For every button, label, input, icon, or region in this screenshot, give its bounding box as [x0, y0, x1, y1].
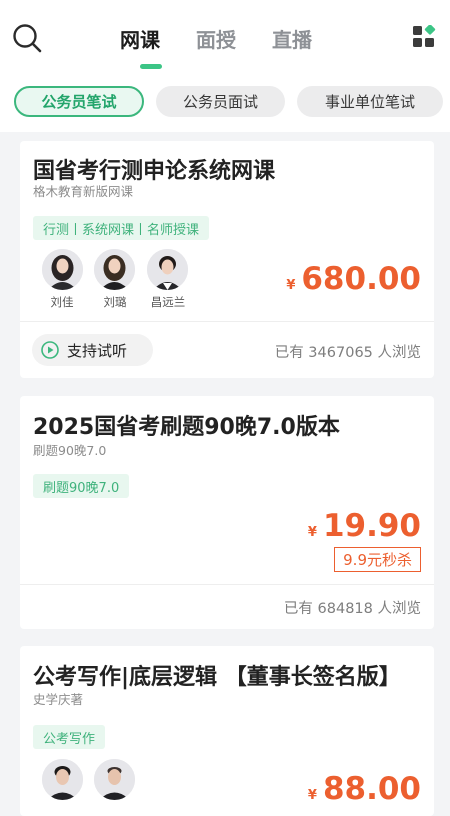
flash-sale-badge: 9.9元秒杀 [334, 547, 421, 572]
teacher-photo-icon [42, 249, 83, 290]
course-card[interactable]: 2025国省考刷题90晚7.0版本 刷题90晚7.0 刷题90晚7.0 ¥19.… [20, 396, 434, 629]
teacher-name: 昌远兰 [150, 295, 186, 309]
filter-public-institution-written[interactable]: 事业单位笔试 [297, 86, 443, 117]
course-subtitle: 刷题90晚7.0 [33, 443, 107, 458]
trial-listen-label: 支持试听 [67, 341, 128, 360]
course-subtitle: 史学庆著 [33, 692, 84, 707]
currency-symbol: ¥ [307, 788, 317, 803]
course-title: 2025国省考刷题90晚7.0版本 [33, 415, 340, 440]
view-count: 已有 684818 人浏览 [283, 601, 421, 617]
course-tag-label: 公考写作 [43, 731, 96, 747]
price-value: 88.00 [322, 771, 421, 807]
filter-civil-servant-written[interactable]: 公务员笔试 [14, 86, 144, 117]
currency-symbol: ¥ [307, 525, 317, 540]
search-icon[interactable] [12, 23, 42, 53]
course-tag: 公考写作 [33, 725, 106, 749]
play-circle-icon [41, 341, 59, 359]
tab-online-course[interactable]: 网课 [120, 24, 162, 69]
teacher-name: 刘璐 [103, 295, 127, 309]
tab-live[interactable]: 直播 [272, 24, 312, 53]
course-price: ¥19.90 [308, 508, 421, 544]
teacher-name: 刘佳 [50, 295, 74, 309]
currency-symbol: ¥ [286, 278, 296, 293]
course-card[interactable]: 公考写作|底层逻辑 【董事长签名版】 史学庆著 公考写作 ¥88.00 [20, 646, 434, 816]
course-tag: 刷题90晚7.0 [33, 474, 130, 498]
view-count: 已有 3467065 人浏览 [274, 345, 421, 361]
tab-bar: 网课 面授 直播 [120, 24, 348, 69]
teacher-photo-icon [94, 249, 135, 290]
filter-civil-servant-interview[interactable]: 公务员面试 [156, 86, 285, 117]
teacher-avatar[interactable] [147, 249, 188, 290]
price-value: 19.90 [322, 508, 421, 544]
price-value: 680.00 [301, 261, 421, 297]
teacher-photo-icon [94, 759, 135, 800]
apps-grid-icon[interactable] [412, 25, 436, 49]
teacher-photo-icon [42, 759, 83, 800]
course-card[interactable]: 国省考行测申论系统网课 格木教育新版网课 行测丨系统网课丨名师授课 刘佳 刘璐 … [20, 141, 434, 378]
teacher-avatar[interactable] [94, 759, 135, 800]
course-tag: 行测丨系统网课丨名师授课 [33, 216, 210, 240]
divider [20, 584, 434, 585]
tab-in-person[interactable]: 面授 [196, 24, 236, 53]
teacher-avatar[interactable] [94, 249, 135, 290]
divider [20, 321, 434, 322]
teacher-avatar[interactable] [42, 249, 83, 290]
category-filter-bar: 公务员笔试 公务员面试 事业单位笔试 [0, 70, 450, 132]
teacher-photo-icon [147, 249, 188, 290]
teacher-avatar[interactable] [42, 759, 83, 800]
course-subtitle: 格木教育新版网课 [33, 184, 134, 199]
top-bar: 网课 面授 直播 [0, 0, 450, 70]
trial-listen-button[interactable]: 支持试听 [32, 334, 153, 366]
course-price: ¥680.00 [286, 261, 421, 297]
course-title: 公考写作|底层逻辑 【董事长签名版】 [33, 665, 401, 690]
course-price: ¥88.00 [308, 771, 421, 807]
